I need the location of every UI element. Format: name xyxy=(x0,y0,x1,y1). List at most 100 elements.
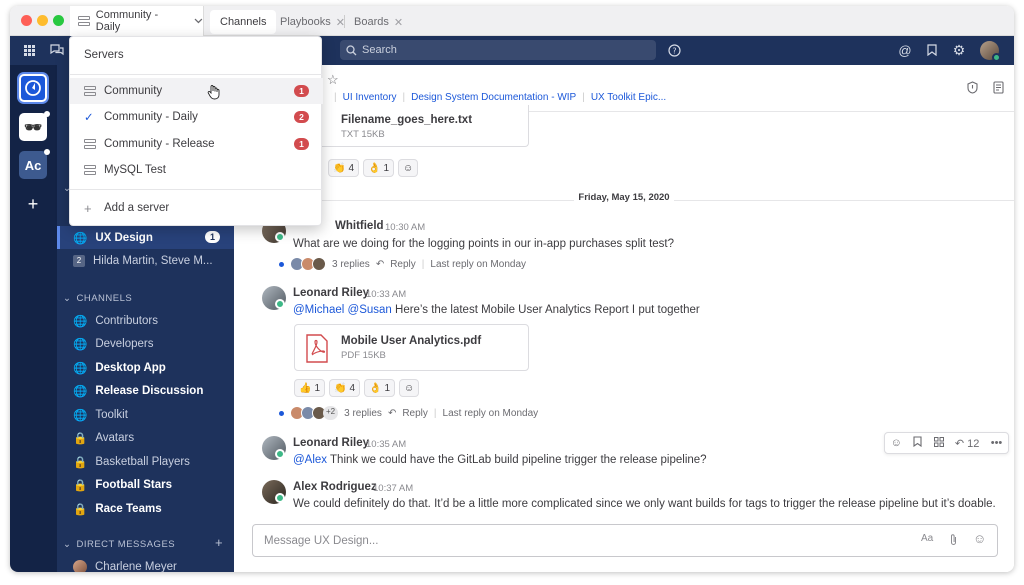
file-attachment[interactable]: Filename_goes_here.txt TXT 15KB xyxy=(294,105,529,147)
post-time[interactable]: 10:37 AM xyxy=(373,483,413,494)
tab-channels[interactable]: Channels xyxy=(210,10,277,34)
server-item-community-release[interactable]: Community - Release 1 xyxy=(70,131,323,157)
participant-avatars xyxy=(290,257,326,271)
file-attachment[interactable]: Mobile User Analytics.pdf PDF 15KB xyxy=(294,324,529,371)
post-time[interactable]: 10:30 AM xyxy=(385,222,425,233)
channel-files-icon[interactable] xyxy=(993,81,1004,97)
search-icon xyxy=(346,44,357,55)
post-author[interactable]: Alex Rodriguez xyxy=(293,481,377,493)
product-menu-icon[interactable] xyxy=(20,41,38,59)
search-input[interactable]: Search xyxy=(340,40,656,60)
channels-category-header[interactable]: ⌄ CHANNELS xyxy=(63,293,132,304)
svg-text:?: ? xyxy=(672,46,676,55)
channels-product-icon[interactable] xyxy=(48,41,66,59)
reaction-clap[interactable]: 👏 4 xyxy=(328,159,360,177)
reply-link[interactable]: Reply xyxy=(390,259,416,270)
bookmark-link[interactable]: Design System Documentation - WIP xyxy=(411,92,576,103)
server-icon xyxy=(84,86,96,96)
sidebar-item-group-dm[interactable]: 2 Hilda Martin, Steve M... xyxy=(57,249,234,272)
sidebar-item-label: Race Teams xyxy=(95,502,162,515)
server-item-mysql-test[interactable]: MySQL Test xyxy=(70,157,323,183)
server-item-community[interactable]: Community 1 xyxy=(70,78,323,104)
sidebar-item-release-discussion[interactable]: 🌐 Release Discussion xyxy=(57,379,234,402)
minimize-window-button[interactable] xyxy=(37,15,48,26)
unread-thread-dot xyxy=(279,410,284,416)
post-message-text: Here’s the latest Mobile User Analytics … xyxy=(391,304,700,316)
bookmark-link[interactable]: UI Inventory xyxy=(343,92,397,103)
post-author[interactable]: Whitfield xyxy=(335,220,384,232)
add-team-button[interactable]: + xyxy=(19,190,47,218)
server-selector[interactable]: Community - Daily xyxy=(70,6,204,36)
more-actions-icon[interactable]: ••• xyxy=(991,437,1003,449)
thread-replies-count[interactable]: 3 replies xyxy=(344,408,382,419)
reply-thread-button[interactable]: ↶ 12 xyxy=(955,437,980,450)
reply-link[interactable]: Reply xyxy=(402,408,428,419)
add-reaction-button[interactable]: ☺ xyxy=(399,379,420,397)
message-input-placeholder: Message UX Design... xyxy=(264,534,379,547)
post-message-text: Think we could have the GitLab build pip… xyxy=(327,454,707,466)
post-author[interactable]: Leonard Riley xyxy=(293,287,369,299)
add-reaction-icon[interactable]: ☺ xyxy=(891,437,902,449)
reaction-clap[interactable]: 👏 4 xyxy=(329,379,361,397)
team-incognito[interactable]: 🕶 xyxy=(19,113,47,141)
sidebar-item-label: Toolkit xyxy=(95,408,128,421)
server-icon xyxy=(84,139,96,149)
tab-boards[interactable]: Boards ✕ xyxy=(344,10,413,34)
bookmark-divider: | xyxy=(582,92,585,103)
message-input[interactable]: Message UX Design... Aa ☺ xyxy=(252,524,998,557)
close-window-button[interactable] xyxy=(21,15,32,26)
formatting-icon[interactable]: Aa xyxy=(921,533,933,544)
tab-playbooks-label: Playbooks xyxy=(280,16,331,28)
sidebar-item-contributors[interactable]: 🌐 Contributors xyxy=(57,309,234,332)
add-reaction-button[interactable]: ☺ xyxy=(398,159,419,177)
file-name: Mobile User Analytics.pdf xyxy=(341,335,482,347)
post-time[interactable]: 10:33 AM xyxy=(366,289,406,300)
direct-messages-category-header[interactable]: ⌄ DIRECT MESSAGES xyxy=(63,539,175,550)
mentions-icon[interactable]: @ xyxy=(896,41,914,59)
sidebar-item-ux-design[interactable]: 🌐 UX Design 1 xyxy=(57,226,234,249)
maximize-window-button[interactable] xyxy=(53,15,64,26)
server-item-label: MySQL Test xyxy=(104,164,166,176)
reaction-thumbs-up[interactable]: 👍 1 xyxy=(294,379,326,397)
chevron-down-icon xyxy=(194,18,203,24)
close-tab-icon[interactable]: ✕ xyxy=(394,16,403,29)
sidebar-item-desktop-app[interactable]: 🌐 Desktop App xyxy=(57,356,234,379)
tab-playbooks[interactable]: Playbooks ✕ xyxy=(270,10,355,34)
add-server-label: Add a server xyxy=(104,202,170,214)
reaction-ok[interactable]: 👌 1 xyxy=(364,379,396,397)
add-dm-plus-icon[interactable]: + xyxy=(215,535,223,550)
sidebar-item-toolkit[interactable]: 🌐 Toolkit xyxy=(57,403,234,426)
save-bookmark-icon[interactable] xyxy=(913,436,922,450)
favorite-star-icon[interactable]: ☆ xyxy=(327,72,339,88)
sidebar-item-football-stars[interactable]: 🔒 Football Stars xyxy=(57,473,234,496)
search-placeholder: Search xyxy=(362,44,397,56)
thread-replies-count[interactable]: 3 replies xyxy=(332,259,370,270)
post-time[interactable]: 10:35 AM xyxy=(366,439,406,450)
saved-messages-icon[interactable] xyxy=(923,41,941,59)
title-bar: Community - Daily Channels Playbooks ✕ B… xyxy=(10,6,1014,36)
mention-michael[interactable]: @Michael xyxy=(293,304,344,316)
sidebar-item-basketball-players[interactable]: 🔒 Basketball Players xyxy=(57,450,234,473)
globe-icon: 🌐 xyxy=(73,409,88,422)
globe-icon: 🌐 xyxy=(73,232,88,245)
reaction-ok[interactable]: 👌 1 xyxy=(363,159,395,177)
sidebar-item-developers[interactable]: 🌐 Developers xyxy=(57,332,234,355)
mention-susan[interactable]: @Susan xyxy=(348,304,392,316)
bookmark-link[interactable]: UX Toolkit Epic... xyxy=(591,92,666,103)
sidebar-item-race-teams[interactable]: 🔒 Race Teams xyxy=(57,497,234,520)
help-icon[interactable]: ? xyxy=(665,41,683,59)
sidebar-item-charlene-meyer[interactable]: Charlene Meyer xyxy=(57,555,234,572)
post-author[interactable]: Leonard Riley xyxy=(293,437,369,449)
attachment-paperclip-icon[interactable] xyxy=(949,533,958,549)
server-item-community-daily[interactable]: ✓ Community - Daily 2 xyxy=(70,104,323,130)
team-mattermost[interactable] xyxy=(19,74,47,102)
emoji-picker-icon[interactable]: ☺ xyxy=(973,531,986,546)
team-ac[interactable]: Ac xyxy=(19,151,47,179)
shield-icon[interactable] xyxy=(967,81,978,97)
mention-alex[interactable]: @Alex xyxy=(293,454,327,466)
apps-grid-icon[interactable] xyxy=(933,436,944,450)
sidebar-item-avatars[interactable]: 🔒 Avatars xyxy=(57,426,234,449)
sidebar-item-label: Contributors xyxy=(95,314,158,327)
add-server-button[interactable]: + Add a server xyxy=(70,195,323,221)
settings-gear-icon[interactable]: ⚙ xyxy=(950,41,968,59)
